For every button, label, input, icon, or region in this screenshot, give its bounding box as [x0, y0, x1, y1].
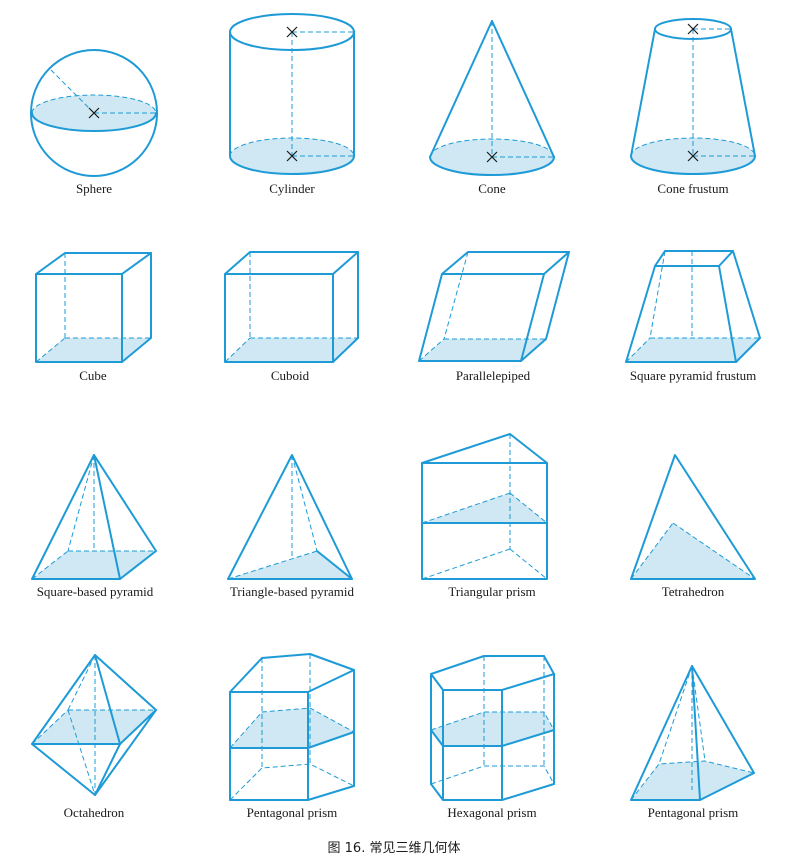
- hexagonal-prism-figure: [430, 655, 555, 801]
- cone-frustum-figure: [630, 18, 756, 175]
- geometry-diagram: Sphere Cylinder Cone Cone frustum Cube C…: [30, 13, 761, 856]
- square-pyramid-frustum-figure: [625, 250, 761, 363]
- label-cuboid: Cuboid: [271, 368, 310, 383]
- label-parallelepiped: Parallelepiped: [456, 368, 531, 383]
- cylinder-figure: [229, 13, 355, 175]
- label-triangular-prism: Triangular prism: [448, 584, 535, 599]
- figure-caption: 图 16. 常见三维几何体: [328, 840, 461, 856]
- label-cube: Cube: [79, 368, 107, 383]
- label-cylinder: Cylinder: [269, 181, 315, 196]
- label-tetrahedron: Tetrahedron: [662, 584, 725, 599]
- label-sphere: Sphere: [76, 181, 112, 196]
- label-cone-frustum: Cone frustum: [657, 181, 728, 196]
- parallelepiped-figure: [418, 251, 570, 362]
- cube-figure: [35, 252, 152, 363]
- label-square-based-pyramid: Square-based pyramid: [37, 584, 154, 599]
- label-hexagonal-prism: Hexagonal prism: [447, 805, 536, 820]
- label-cone: Cone: [478, 181, 506, 196]
- square-based-pyramid-figure: [31, 454, 157, 580]
- label-octahedron: Octahedron: [64, 805, 125, 820]
- octahedron-figure: [31, 654, 157, 796]
- cone-figure: [429, 20, 555, 176]
- label-triangle-based-pyramid: Triangle-based pyramid: [230, 584, 355, 599]
- label-square-pyramid-frustum: Square pyramid frustum: [630, 368, 756, 383]
- cuboid-figure: [224, 251, 359, 363]
- tetrahedron-figure: [630, 454, 756, 580]
- label-pentagonal-prism: Pentagonal prism: [247, 805, 338, 820]
- pentagonal-prism-figure: [229, 653, 355, 801]
- label-pentagonal-pyramid: Pentagonal prism: [648, 805, 739, 820]
- triangular-prism-figure: [421, 433, 548, 580]
- triangle-based-pyramid-figure: [227, 454, 353, 580]
- sphere-figure: [30, 49, 158, 177]
- pentagonal-pyramid-figure: [630, 665, 755, 801]
